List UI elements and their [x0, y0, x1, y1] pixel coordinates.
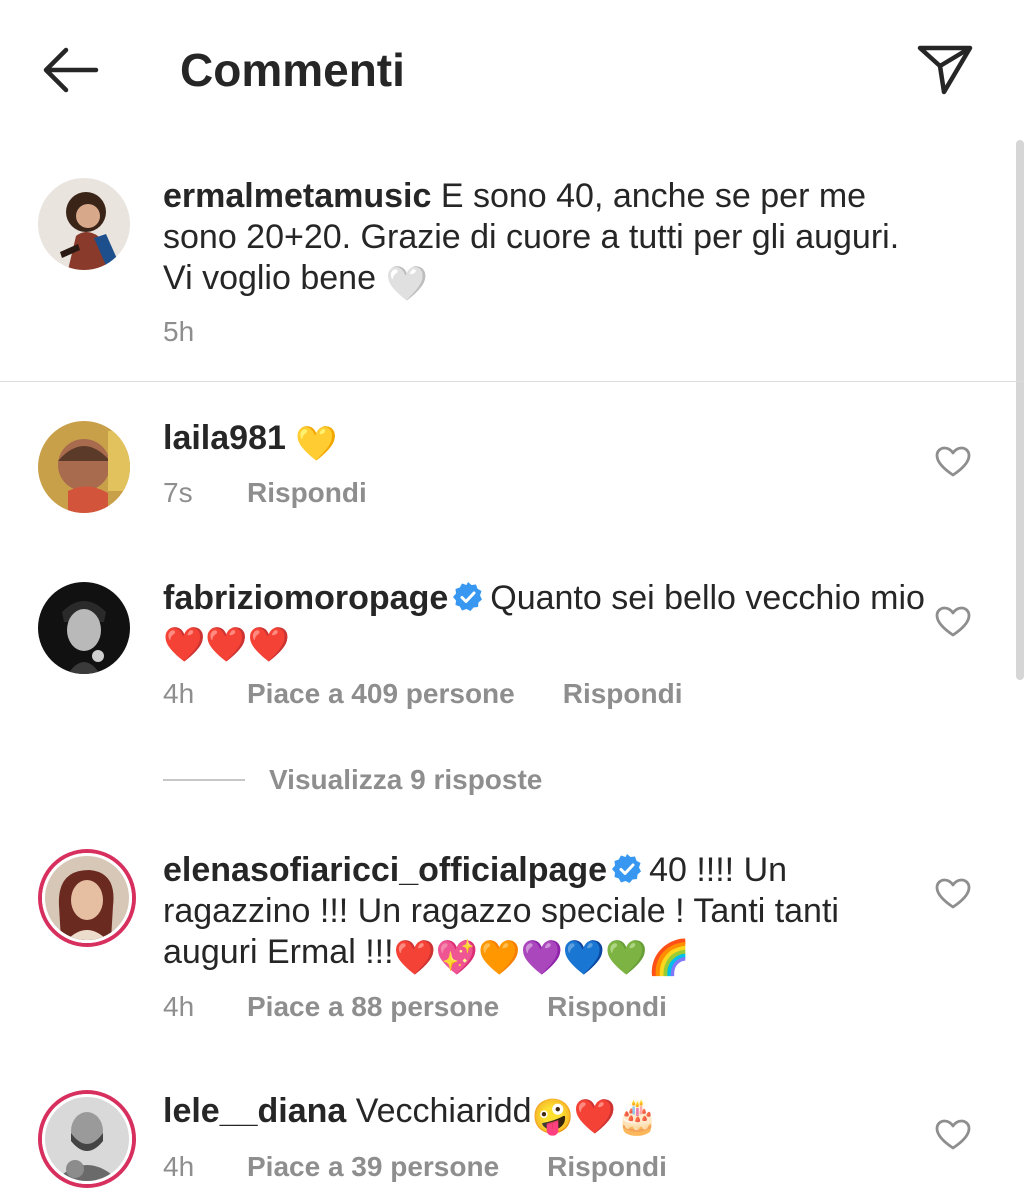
reply-button[interactable]: Rispondi — [547, 991, 667, 1022]
paper-plane-icon — [917, 45, 973, 95]
likes-count[interactable]: Piace a 88 persone — [247, 991, 499, 1022]
timestamp: 5h — [163, 316, 195, 347]
top-bar: Commenti — [0, 0, 1024, 140]
view-replies-button[interactable]: Visualizza 9 risposte — [163, 762, 542, 798]
avatar-story-ring[interactable] — [42, 1094, 132, 1184]
avatar-story-ring[interactable] — [42, 853, 132, 943]
like-button[interactable] — [935, 1119, 971, 1151]
comment-meta: 4h Piace a 39 persone Rispondi — [163, 1149, 667, 1185]
share-button[interactable] — [912, 40, 978, 100]
username[interactable]: elenasofiaricci_officialpage — [163, 851, 607, 889]
like-button[interactable] — [935, 446, 971, 478]
red-hearts-emoji: ❤️❤️❤️ — [163, 626, 291, 664]
comment-meta: 4h Piace a 409 persone Rispondi — [163, 676, 683, 712]
avatar[interactable] — [38, 582, 130, 674]
divider — [0, 381, 1024, 382]
timestamp: 4h — [163, 1151, 195, 1182]
reply-button[interactable]: Rispondi — [547, 1151, 667, 1182]
like-button[interactable] — [935, 878, 971, 910]
timestamp: 4h — [163, 991, 195, 1022]
heart-outline-icon — [935, 878, 971, 909]
like-button[interactable] — [935, 606, 971, 638]
username[interactable]: laila981 — [163, 419, 286, 457]
username[interactable]: ermalmetamusic — [163, 177, 431, 215]
username[interactable]: fabriziomoropage — [163, 579, 448, 617]
back-button[interactable] — [38, 40, 102, 100]
view-replies-label: Visualizza 9 risposte — [269, 764, 543, 795]
avatar[interactable] — [38, 421, 130, 513]
comment-meta: 7s Rispondi — [163, 475, 367, 511]
heart-outline-icon — [935, 606, 971, 637]
reply-button[interactable]: Rispondi — [247, 477, 367, 508]
likes-count[interactable]: Piace a 39 persone — [247, 1151, 499, 1182]
page-title: Commenti — [180, 44, 405, 96]
verified-badge-icon — [612, 854, 642, 883]
likes-count[interactable]: Piace a 409 persone — [247, 678, 515, 709]
verified-badge-icon — [453, 582, 483, 611]
reply-button[interactable]: Rispondi — [563, 678, 683, 709]
comment-text: elenasofiaricci_officialpage 40 !!!! Un r… — [163, 851, 839, 977]
comment-text: laila981 💛 — [163, 418, 933, 465]
colored-hearts-emoji: ❤️💖🧡💜💙💚🌈 — [393, 939, 690, 977]
heart-outline-icon — [935, 1119, 971, 1150]
scrollbar[interactable] — [1016, 140, 1024, 680]
caption-meta: 5h — [163, 314, 247, 350]
heart-outline-icon — [935, 446, 971, 477]
white-heart-emoji: 🤍 — [385, 265, 428, 303]
comment-text: fabriziomoropage Quanto sei bello vecchio… — [163, 579, 925, 664]
comment-text: lele__diana Vecchiaridd🤪❤️🎂 — [163, 1092, 659, 1136]
arrow-left-icon — [43, 47, 99, 93]
timestamp: 4h — [163, 678, 195, 709]
avatar[interactable] — [38, 178, 130, 270]
replies-line — [163, 779, 245, 781]
timestamp: 7s — [163, 477, 193, 508]
comment-meta: 4h Piace a 88 persone Rispondi — [163, 989, 667, 1025]
emojis: 🤪❤️🎂 — [531, 1098, 659, 1136]
caption-text: ermalmetamusic E sono 40, anche se per m… — [163, 176, 933, 305]
yellow-heart-emoji: 💛 — [295, 425, 338, 463]
username[interactable]: lele__diana — [163, 1092, 346, 1130]
